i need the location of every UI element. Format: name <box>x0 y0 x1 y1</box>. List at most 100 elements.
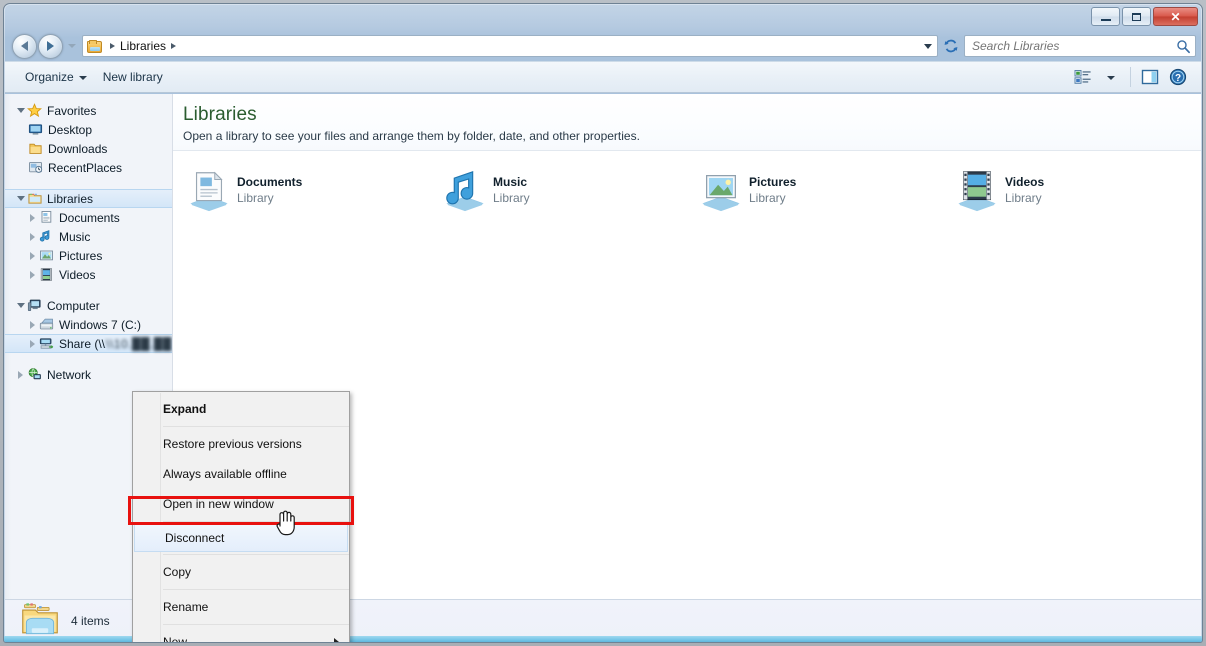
forward-button[interactable] <box>38 33 63 59</box>
twisty-closed-icon[interactable] <box>27 251 38 260</box>
network-drive-icon <box>38 336 55 351</box>
recent-pages-button[interactable] <box>64 35 80 57</box>
preview-pane-icon <box>1141 69 1159 85</box>
twisty-closed-icon[interactable] <box>27 270 38 279</box>
address-dropdown-icon[interactable] <box>924 43 932 49</box>
sidebar-item-share-network-drive[interactable]: Share (\\10. \\10.██.██.██ <box>5 334 172 353</box>
status-item-count: 4 items <box>71 613 110 628</box>
twisty-closed-icon[interactable] <box>27 213 38 222</box>
context-menu-label: Always available offline <box>163 467 287 481</box>
nav-group-favorites: Favorites Desktop Downloads RecentPlaces <box>5 101 172 177</box>
sidebar-item-network[interactable]: Network <box>5 365 172 384</box>
sidebar-label: Downloads <box>48 141 108 156</box>
context-menu-label: Disconnect <box>165 531 225 545</box>
music-library-icon <box>38 229 55 244</box>
context-menu-item-restore-previous-versions[interactable]: Restore previous versions <box>133 429 349 459</box>
context-menu-item-expand[interactable]: Expand <box>133 394 349 424</box>
desktop-background: ✕ Libraries Search Libraries Organize Ne… <box>0 0 1206 646</box>
search-input[interactable] <box>972 39 1176 53</box>
library-tile-name: Videos <box>1005 175 1045 189</box>
address-bar[interactable]: Libraries <box>82 35 938 57</box>
search-icon <box>1177 39 1190 53</box>
context-menu-separator <box>163 589 349 590</box>
library-tile-music[interactable]: Music Library <box>433 161 689 219</box>
sidebar-item-computer[interactable]: Computer <box>5 296 172 315</box>
sidebar-item-favorites[interactable]: Favorites <box>5 101 172 120</box>
context-menu-item-new[interactable]: New <box>133 627 349 642</box>
sidebar-label: Windows 7 (C:) <box>59 317 142 332</box>
twisty-open-icon[interactable] <box>15 303 26 308</box>
twisty-closed-icon[interactable] <box>27 339 38 348</box>
organize-label: Organize <box>25 70 74 84</box>
twisty-closed-icon[interactable] <box>27 232 38 241</box>
back-button[interactable] <box>12 33 37 59</box>
sidebar-item-libraries[interactable]: Libraries <box>5 189 172 208</box>
context-menu[interactable]: Expand Restore previous versions Always … <box>132 391 350 642</box>
twisty-closed-icon[interactable] <box>27 320 38 329</box>
refresh-button[interactable] <box>940 35 962 57</box>
context-menu-item-always-available-offline[interactable]: Always available offline <box>133 459 349 489</box>
page-description: Open a library to see your files and arr… <box>183 129 640 143</box>
sidebar-label: Documents <box>59 210 120 225</box>
libraries-folder-icon <box>86 39 103 54</box>
sidebar-label-redacted: \\10.██.██.██ <box>106 336 172 351</box>
breadcrumb-libraries[interactable]: Libraries <box>120 39 166 53</box>
sidebar-item-music[interactable]: Music <box>5 227 172 246</box>
sidebar-item-documents[interactable]: Documents <box>5 208 172 227</box>
context-menu-item-open-in-new-window[interactable]: Open in new window <box>133 489 349 519</box>
close-icon: ✕ <box>1170 9 1181 24</box>
chevron-down-icon <box>1107 76 1115 80</box>
sidebar-item-videos[interactable]: Videos <box>5 265 172 284</box>
preview-pane-button[interactable] <box>1137 66 1163 88</box>
library-tile-subtitle: Library <box>749 191 786 205</box>
twisty-open-icon[interactable] <box>15 108 26 113</box>
network-icon <box>26 367 43 382</box>
hard-drive-icon <box>38 317 55 332</box>
context-menu-item-rename[interactable]: Rename <box>133 592 349 622</box>
help-button[interactable]: ? <box>1165 66 1191 88</box>
sidebar-item-pictures[interactable]: Pictures <box>5 246 172 265</box>
sidebar-item-windows7-c[interactable]: Windows 7 (C:) <box>5 315 172 334</box>
maximize-button[interactable] <box>1122 7 1151 26</box>
new-library-label: New library <box>102 70 163 84</box>
videos-library-icon <box>38 267 55 282</box>
toolbar-divider <box>1130 67 1131 87</box>
context-menu-separator <box>163 426 349 427</box>
sidebar-item-downloads[interactable]: Downloads <box>5 139 172 158</box>
breadcrumb-separator-icon[interactable] <box>171 43 177 49</box>
search-box[interactable] <box>964 35 1196 57</box>
new-library-button[interactable]: New library <box>95 66 171 88</box>
forward-arrow-icon <box>47 41 54 51</box>
library-tile-subtitle: Library <box>1005 191 1042 205</box>
change-view-button[interactable] <box>1070 66 1096 88</box>
close-button[interactable]: ✕ <box>1153 7 1198 26</box>
library-tile-pictures[interactable]: Pictures Library <box>689 161 945 219</box>
breadcrumb-separator-icon <box>110 43 115 49</box>
star-icon <box>26 103 43 118</box>
twisty-open-icon[interactable] <box>15 196 26 201</box>
library-tile-videos[interactable]: Videos Library <box>945 161 1201 219</box>
organize-button[interactable]: Organize <box>17 66 95 88</box>
sidebar-item-desktop[interactable]: Desktop <box>5 120 172 139</box>
minimize-button[interactable] <box>1091 7 1120 26</box>
command-toolbar: Organize New library ? <box>5 61 1201 93</box>
library-tile-documents[interactable]: Documents Library <box>177 161 433 219</box>
context-menu-item-copy[interactable]: Copy <box>133 557 349 587</box>
context-menu-label: Copy <box>163 565 192 579</box>
back-arrow-icon <box>21 41 28 51</box>
change-view-dropdown[interactable] <box>1098 66 1124 88</box>
title-bar: ✕ <box>4 4 1202 31</box>
sidebar-label: Desktop <box>48 122 93 137</box>
twisty-closed-icon[interactable] <box>15 370 26 379</box>
view-list-icon <box>1074 70 1091 84</box>
sidebar-label: Favorites <box>47 103 97 118</box>
music-library-icon <box>439 167 491 213</box>
nav-group-libraries: Libraries Documents Music Pictures Video… <box>5 189 172 284</box>
sidebar-item-recentplaces[interactable]: RecentPlaces <box>5 158 172 177</box>
sidebar-label: Videos <box>59 267 96 282</box>
documents-library-icon <box>183 167 235 213</box>
minimize-icon <box>1100 18 1111 21</box>
library-header: Libraries Open a library to see your fil… <box>173 94 1201 151</box>
context-menu-item-disconnect[interactable]: Disconnect <box>134 524 348 552</box>
help-icon: ? <box>1169 68 1187 86</box>
